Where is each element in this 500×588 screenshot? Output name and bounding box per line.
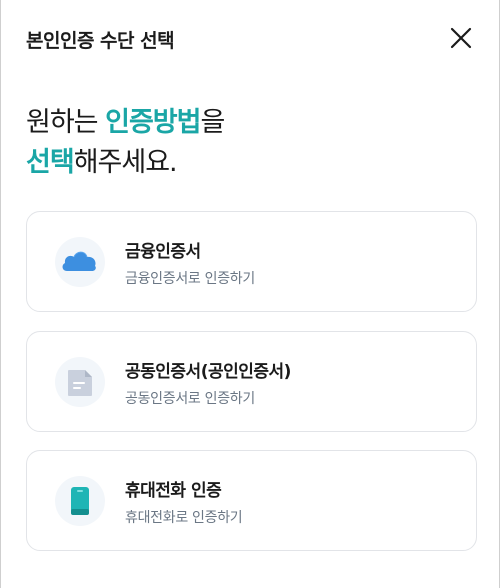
method-icon-circle [55, 476, 105, 526]
instruction-line-1: 원하는 인증방법을 [26, 103, 225, 143]
method-subtitle: 휴대전화로 인증하기 [125, 510, 243, 526]
method-title: 공동인증서(공인인증서) [125, 362, 291, 382]
phone-icon [71, 487, 89, 515]
method-card-phone[interactable]: 휴대전화 인증 휴대전화로 인증하기 [26, 450, 477, 551]
modal-title: 본인인증 수단 선택 [26, 30, 175, 52]
method-card-financial-cert[interactable]: 금융인증서 금융인증서로 인증하기 [26, 211, 477, 312]
instruction-suffix-2: 해주세요. [73, 147, 178, 178]
instruction-prefix: 원하는 [26, 107, 106, 138]
cloud-icon [62, 251, 96, 271]
instruction-line-2: 선택해주세요. [26, 143, 224, 183]
close-button[interactable] [449, 26, 473, 50]
auth-method-modal: 본인인증 수단 선택 원하는 인증방법을 선택해주세요. 금융인증서 금융인증서… [0, 0, 500, 588]
method-title: 휴대전화 인증 [125, 481, 222, 501]
instruction-highlight-method: 인증방법 [105, 107, 201, 138]
instruction-suffix: 을 [200, 107, 225, 138]
method-icon-circle [55, 237, 105, 287]
close-icon [450, 27, 472, 49]
instruction-highlight-select: 선택 [26, 147, 75, 178]
instruction-heading: 원하는 인증방법을 선택해주세요. [26, 103, 225, 183]
method-card-joint-cert[interactable]: 공동인증서(공인인증서) 공동인증서로 인증하기 [26, 331, 477, 432]
document-icon [68, 370, 92, 396]
method-icon-circle [55, 357, 105, 407]
method-subtitle: 공동인증서로 인증하기 [125, 391, 255, 407]
method-title: 금융인증서 [125, 242, 201, 262]
method-subtitle: 금융인증서로 인증하기 [125, 271, 255, 287]
modal-header: 본인인증 수단 선택 [1, 0, 499, 78]
